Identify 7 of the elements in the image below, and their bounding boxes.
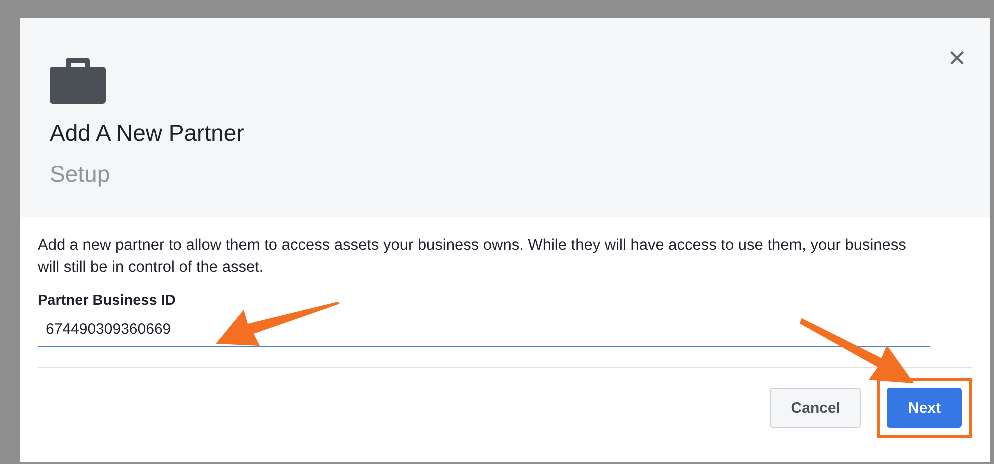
cancel-button[interactable]: Cancel [770,388,862,428]
dialog-title: Add A New Partner [50,120,246,147]
description: Add a new partner to allow them to access assets your business owns. While they will have access to use them, your business will still be in control of the asset. [38,236,908,278]
close-button[interactable]: × [948,44,966,74]
dialog-subtitle: Setup [50,161,112,188]
field-label: Partner Business ID [38,293,177,309]
next-button[interactable]: Next [887,388,962,428]
